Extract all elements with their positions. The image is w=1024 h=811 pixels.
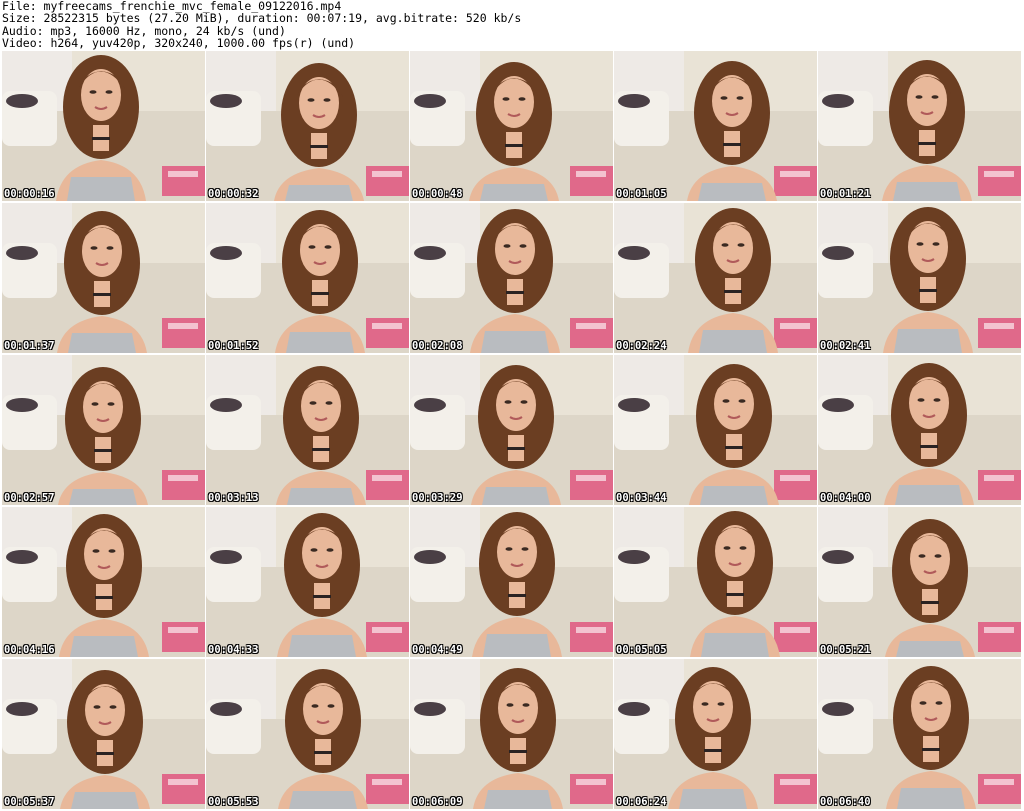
video-frame-image	[614, 355, 817, 505]
video-thumbnail: 00:05:05	[614, 507, 817, 657]
video-frame-image	[2, 355, 205, 505]
timestamp-label: 00:02:41	[820, 340, 871, 352]
timestamp-label: 00:03:13	[208, 492, 259, 504]
video-frame-image	[410, 507, 613, 657]
video-thumbnail: 00:05:21	[818, 507, 1021, 657]
video-frame-image	[614, 203, 817, 353]
timestamp-label: 00:03:44	[616, 492, 667, 504]
video-frame-image	[614, 51, 817, 201]
video-frame-image	[2, 51, 205, 201]
video-thumbnail: 00:04:49	[410, 507, 613, 657]
video-thumbnail: 00:04:16	[2, 507, 205, 657]
video-frame-image	[410, 659, 613, 809]
video-frame-image	[206, 507, 409, 657]
video-thumbnail: 00:06:09	[410, 659, 613, 809]
video-frame-image	[410, 51, 613, 201]
timestamp-label: 00:04:49	[412, 644, 463, 656]
timestamp-label: 00:01:21	[820, 188, 871, 200]
video-frame-image	[818, 355, 1021, 505]
video-thumbnail: 00:02:24	[614, 203, 817, 353]
timestamp-label: 00:06:40	[820, 796, 871, 808]
timestamp-label: 00:02:08	[412, 340, 463, 352]
video-frame-image	[206, 203, 409, 353]
timestamp-label: 00:05:05	[616, 644, 667, 656]
timestamp-label: 00:04:33	[208, 644, 259, 656]
video-frame-image	[818, 507, 1021, 657]
timestamp-label: 00:05:53	[208, 796, 259, 808]
timestamp-label: 00:03:29	[412, 492, 463, 504]
video-frame-image	[818, 51, 1021, 201]
video-thumbnail: 00:02:57	[2, 355, 205, 505]
timestamp-label: 00:01:05	[616, 188, 667, 200]
video-frame-image	[2, 659, 205, 809]
timestamp-label: 00:00:48	[412, 188, 463, 200]
video-line: Video: h264, yuv420p, 320x240, 1000.00 f…	[2, 35, 356, 50]
video-frame-image	[2, 203, 205, 353]
video-frame-image	[410, 355, 613, 505]
video-thumbnail: 00:01:21	[818, 51, 1021, 201]
video-frame-image	[818, 203, 1021, 353]
timestamp-label: 00:06:24	[616, 796, 667, 808]
video-thumbnail: 00:02:08	[410, 203, 613, 353]
timestamp-label: 00:01:37	[4, 340, 55, 352]
video-thumbnail: 00:04:00	[818, 355, 1021, 505]
timestamp-label: 00:05:21	[820, 644, 871, 656]
timestamp-label: 00:00:16	[4, 188, 55, 200]
video-thumbnail: 00:03:29	[410, 355, 613, 505]
timestamp-label: 00:01:52	[208, 340, 259, 352]
video-frame-image	[614, 659, 817, 809]
video-thumbnail: 00:01:05	[614, 51, 817, 201]
timestamp-label: 00:06:09	[412, 796, 463, 808]
timestamp-label: 00:05:37	[4, 796, 55, 808]
video-thumbnail: 00:05:37	[2, 659, 205, 809]
timestamp-label: 00:04:00	[820, 492, 871, 504]
thumbnail-grid: 00:00:16 00:00:32 00:00:48 00:01:05 00:01:21…	[2, 51, 1022, 811]
video-thumbnail: 00:06:40	[818, 659, 1021, 809]
timestamp-label: 00:04:16	[4, 644, 55, 656]
video-frame-image	[206, 355, 409, 505]
file-info-header: File: myfreecams_frenchie_mvc_female_091…	[2, 0, 1022, 50]
video-thumbnail: 00:00:48	[410, 51, 613, 201]
video-thumbnail: 00:01:52	[206, 203, 409, 353]
video-frame-image	[410, 203, 613, 353]
video-frame-image	[206, 659, 409, 809]
size-line: Size: 28522315 bytes (27.20 MiB), durati…	[2, 11, 522, 26]
video-frame-image	[614, 507, 817, 657]
video-thumbnail: 00:03:13	[206, 355, 409, 505]
timestamp-label: 00:02:57	[4, 492, 55, 504]
video-thumbnail: 00:01:37	[2, 203, 205, 353]
timestamp-label: 00:00:32	[208, 188, 259, 200]
video-thumbnail: 00:04:33	[206, 507, 409, 657]
video-thumbnail: 00:02:41	[818, 203, 1021, 353]
video-frame-image	[818, 659, 1021, 809]
video-frame-image	[2, 507, 205, 657]
video-thumbnail: 00:00:16	[2, 51, 205, 201]
timestamp-label: 00:02:24	[616, 340, 667, 352]
video-thumbnail: 00:00:32	[206, 51, 409, 201]
video-thumbnail: 00:03:44	[614, 355, 817, 505]
video-thumbnail: 00:05:53	[206, 659, 409, 809]
video-thumbnail: 00:06:24	[614, 659, 817, 809]
video-frame-image	[206, 51, 409, 201]
